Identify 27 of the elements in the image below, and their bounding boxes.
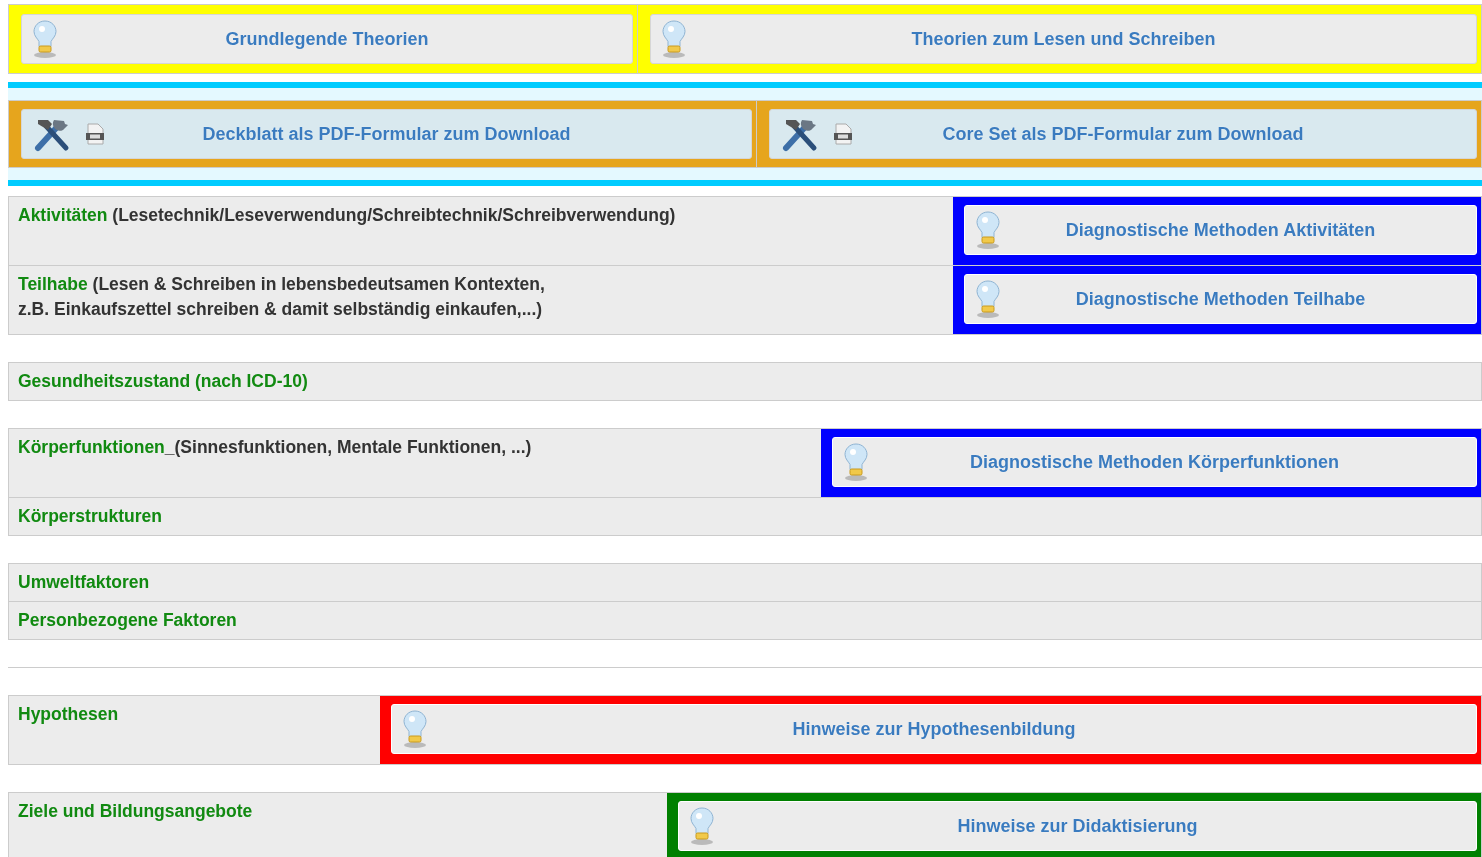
pdf-file-icon [84,123,106,145]
category-label: Ziele und Bildungsangebote [18,800,254,823]
link-button[interactable]: Hinweise zur Hypothesenbildung [391,704,1477,754]
link-button[interactable]: Theorien zum Lesen und Schreiben [650,14,1477,64]
category-label: Hypothesen [18,703,120,726]
category-label: Teilhabe (Lesen & Schreiben in lebensbedeutsamen Kontexten, z.B. Einkaufszettel schreiben & damit selbständig einkaufen,...) [18,273,546,321]
category-label: Umweltfaktoren [18,571,151,594]
link-button[interactable]: Deckblatt als PDF-Formular zum Download [21,109,752,159]
link-button[interactable]: Core Set als PDF-Formular zum Download [769,109,1477,159]
category-label: Gesundheitszustand (nach ICD-10) [18,370,309,393]
light-bulb-icon [32,19,58,59]
link-button[interactable]: Diagnostische Methoden Körperfunktionen [832,437,1477,487]
link-button[interactable]: Hinweise zur Didaktisierung [678,801,1477,851]
light-bulb-icon [402,709,428,749]
link-button[interactable]: Diagnostische Methoden Teilhabe [964,274,1477,324]
pdf-file-icon [832,123,854,145]
category-label: Personbezogene Faktoren [18,609,238,632]
category-label: Körperstrukturen [18,505,163,528]
category-label: Körperfunktionen_(Sinnesfunktionen, Mentale Funktionen, ...) [18,436,533,459]
link-button[interactable]: Grundlegende Theorien [21,14,633,64]
light-bulb-icon [661,19,687,59]
category-label: Aktivitäten (Lesetechnik/Leseverwendung/Schreibtechnik/Schreibverwendung) [18,204,677,227]
light-bulb-icon [975,279,1001,319]
light-bulb-icon [689,806,715,846]
link-button[interactable]: Diagnostische Methoden Aktivitäten [964,205,1477,255]
light-bulb-icon [975,210,1001,250]
light-bulb-icon [843,442,869,482]
